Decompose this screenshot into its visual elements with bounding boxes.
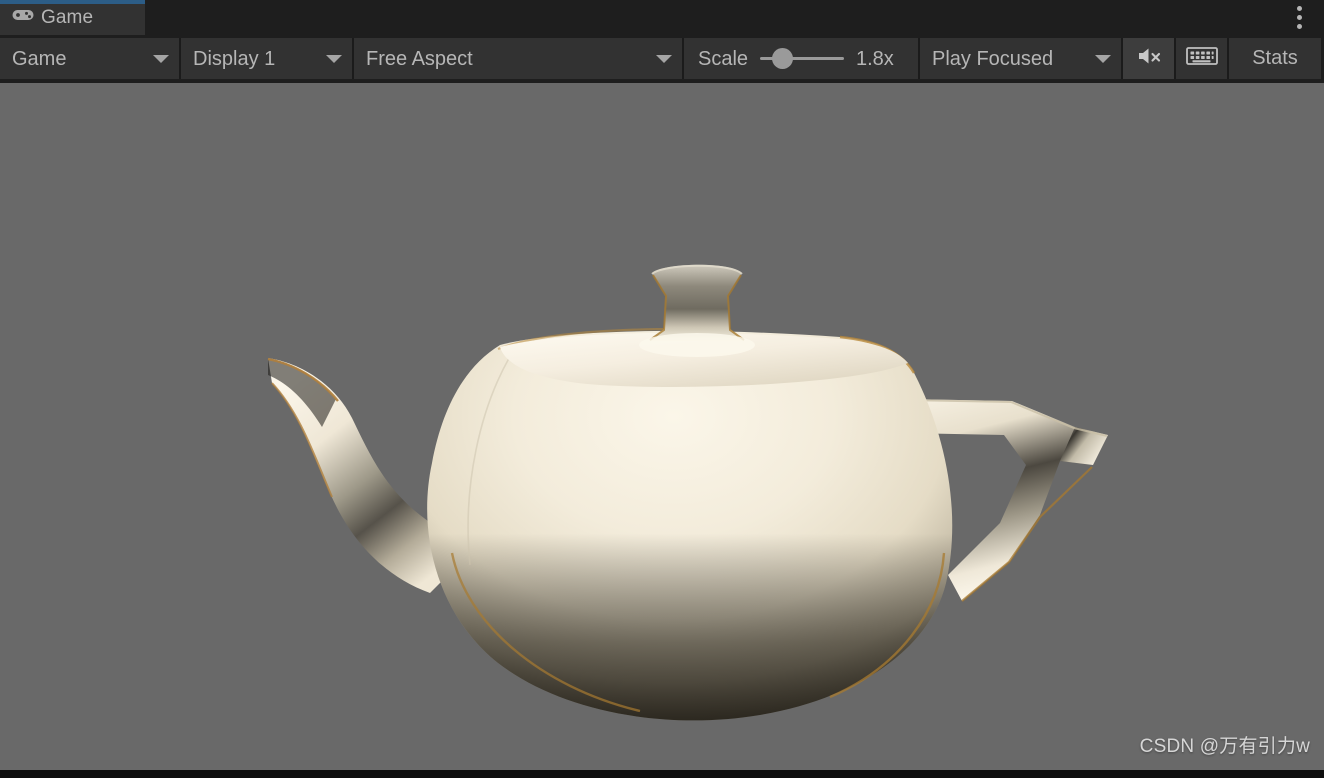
unity-game-view-window: Game Game Display 1 Free Aspect Scale 1.… [0, 0, 1324, 778]
kebab-dot [1296, 6, 1302, 11]
rendered-scene [0, 83, 1324, 770]
scale-slider-handle[interactable] [772, 48, 794, 69]
teapot-body-shadow [427, 330, 953, 721]
tab-label: Game [41, 7, 94, 28]
display-dropdown[interactable]: Display 1 [180, 38, 353, 79]
tab-strip: Game [0, 0, 1324, 35]
aspect-ratio-dropdown-label: Free Aspect [366, 47, 473, 70]
scale-slider-group[interactable]: Scale 1.8x [683, 38, 919, 79]
display-dropdown-label: Display 1 [193, 47, 276, 70]
chevron-down-icon [1095, 54, 1111, 63]
mute-audio-icon [1135, 44, 1163, 74]
scale-label: Scale [698, 47, 749, 70]
view-type-dropdown[interactable]: Game [0, 38, 180, 79]
game-view-viewport[interactable]: CSDN @万有引力w [0, 83, 1324, 770]
tab-game[interactable]: Game [0, 0, 145, 35]
chevron-down-icon [326, 54, 342, 63]
aspect-ratio-dropdown[interactable]: Free Aspect [353, 38, 683, 79]
gizmos-grid-icon [1185, 45, 1218, 73]
gizmos-button[interactable] [1175, 38, 1228, 79]
kebab-dot [1296, 24, 1302, 29]
utah-teapot-render [267, 264, 1108, 721]
play-mode-dropdown[interactable]: Play Focused [919, 38, 1122, 79]
mute-audio-button[interactable] [1122, 38, 1175, 79]
watermark-text: CSDN @万有引力w [1139, 736, 1310, 757]
scale-slider[interactable] [760, 48, 844, 69]
stats-button[interactable]: Stats [1228, 38, 1321, 79]
stats-button-label: Stats [1252, 47, 1298, 69]
bottom-strip [0, 770, 1324, 778]
play-mode-dropdown-label: Play Focused [932, 47, 1054, 70]
teapot-knob-base-highlight [639, 333, 755, 357]
chevron-down-icon [153, 54, 169, 63]
game-view-toolbar: Game Display 1 Free Aspect Scale 1.8x Pl… [0, 35, 1324, 83]
chevron-down-icon [656, 54, 672, 63]
kebab-dot [1296, 15, 1302, 20]
view-type-dropdown-label: Game [12, 47, 67, 70]
scale-value: 1.8x [856, 47, 894, 70]
window-menu-button[interactable] [1288, 0, 1310, 35]
gamepad-icon [12, 8, 34, 27]
